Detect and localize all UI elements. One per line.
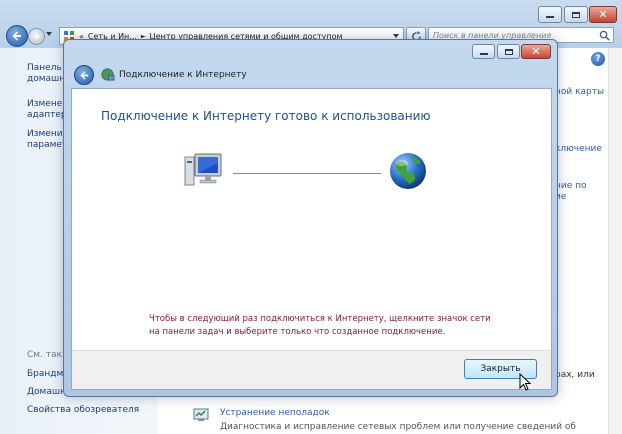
dialog-title: Подключение к Интернету [119, 70, 247, 80]
right-text-fragment: рах, или [555, 370, 595, 380]
left-link-homegroup[interactable]: Домашн [27, 386, 66, 398]
left-link-control-panel-cont[interactable]: домашн [27, 73, 65, 85]
address-dropdown-icon[interactable] [393, 34, 399, 38]
bg-close-button[interactable]: ✕ [589, 6, 617, 23]
dialog-back-button[interactable] [74, 65, 94, 85]
search-icon[interactable] [599, 30, 610, 41]
dialog-content: Подключение к Интернету готово к использ… [71, 88, 552, 390]
back-button[interactable] [6, 25, 28, 47]
back-arrow-icon [79, 70, 88, 80]
right-link-setup[interactable]: ние по [555, 181, 587, 192]
globe-icon [390, 153, 426, 189]
bg-minimize-button[interactable] [538, 6, 562, 23]
dialog-heading: Подключение к Интернету готово к использ… [101, 109, 431, 123]
internet-connection-dialog: ✕ Подключение к Интернету Подключение к … [63, 39, 558, 397]
left-link-change-adapter-cont[interactable]: адаптер [27, 109, 67, 121]
dialog-message: Чтобы в следующий раз подключиться к Инт… [149, 314, 491, 337]
bg-maximize-button[interactable] [564, 6, 588, 23]
troubleshoot-icon [193, 408, 209, 421]
mouse-cursor-icon [519, 373, 531, 391]
troubleshoot-description: Диагностика и исправление сетевых пробле… [220, 422, 576, 432]
forward-button[interactable] [28, 28, 45, 45]
forward-arrow-icon [33, 33, 40, 40]
dialog-close-x-button[interactable]: ✕ [521, 44, 551, 59]
troubleshoot-link[interactable]: Устранение неполадок [220, 408, 330, 418]
network-connection-icon [101, 68, 115, 81]
help-icon[interactable]: ? [591, 52, 605, 66]
dialog-maximize-button[interactable] [497, 44, 520, 59]
recent-pages-chevron-icon[interactable] [46, 32, 52, 36]
right-link-full-map[interactable]: ной карты [555, 87, 604, 98]
dialog-footer: Закрыть [72, 350, 551, 389]
back-arrow-icon [12, 31, 21, 41]
connection-line [233, 173, 381, 174]
left-link-internet-options[interactable]: Свойства обозревателя [27, 404, 139, 416]
scrollbar[interactable] [608, 48, 622, 434]
dialog-minimize-button[interactable] [472, 44, 495, 59]
right-link-connect[interactable]: ключение [555, 144, 602, 155]
computer-icon [184, 153, 222, 186]
